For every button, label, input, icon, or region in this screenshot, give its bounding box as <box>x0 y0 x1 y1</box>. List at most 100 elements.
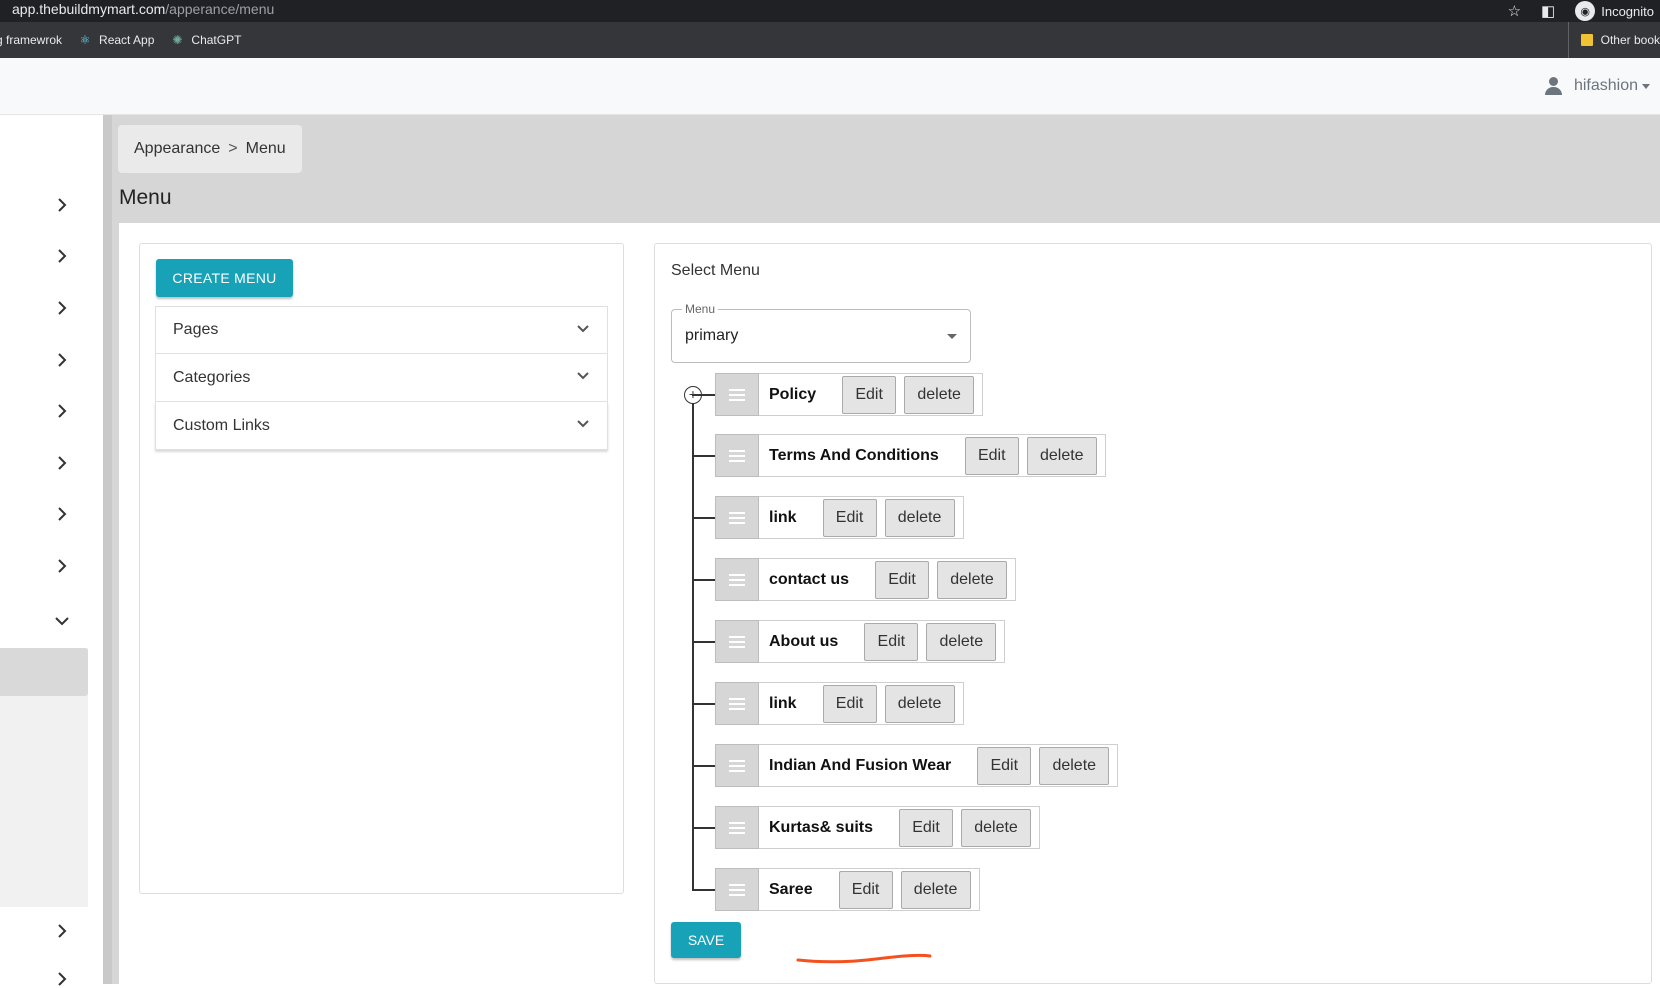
sidepanel-icon[interactable]: ◧ <box>1541 2 1555 20</box>
menu-item-label: contact us <box>769 570 850 588</box>
menu-tree-item: Indian And Fusion Wear Edit delete <box>692 744 1119 787</box>
url-path: /apperance/menu <box>165 1 275 17</box>
menu-item-label: About us <box>769 632 839 650</box>
bookmarks-bar: g framewrok ⚛ React App ✺ ChatGPT Other … <box>0 22 1660 58</box>
sidebar-submenu-active-item[interactable] <box>0 648 88 696</box>
edit-button[interactable]: Edit <box>964 436 1019 475</box>
accordion-categories[interactable]: Categories <box>155 354 608 402</box>
sidebar-chevron-right-icon[interactable] <box>55 924 71 940</box>
bookmark-label: ChatGPT <box>191 33 242 47</box>
menu-tree-item: Policy Edit delete <box>692 373 984 416</box>
bookmark-framework[interactable]: g framewrok <box>0 33 62 47</box>
edit-button[interactable]: Edit <box>822 498 877 537</box>
edit-button[interactable]: Edit <box>842 375 897 414</box>
delete-button[interactable]: delete <box>937 560 1008 599</box>
sidebar-chevron-down-icon[interactable] <box>55 614 71 630</box>
folder-icon <box>1580 34 1593 46</box>
edit-button[interactable]: Edit <box>838 870 893 909</box>
menu-tree-item: Saree Edit delete <box>692 868 980 911</box>
delete-button[interactable]: delete <box>961 808 1032 847</box>
edit-button[interactable]: Edit <box>899 808 954 847</box>
sidebar-chevron-right-icon[interactable] <box>55 559 71 575</box>
drag-handle-icon <box>729 883 745 896</box>
accordion-custom-links[interactable]: Custom Links <box>155 402 608 450</box>
address-bar[interactable]: app.thebuildmymart.com/apperance/menu <box>12 1 274 17</box>
drag-handle-icon <box>729 388 745 401</box>
sidebar-divider <box>103 115 112 984</box>
user-menu[interactable]: hifashion <box>1544 76 1650 96</box>
sidebar-chevron-right-icon[interactable] <box>55 507 71 523</box>
chevron-down-icon <box>576 416 590 435</box>
menu-item-label: Indian And Fusion Wear <box>769 756 952 774</box>
tree-branch <box>692 826 715 829</box>
sidebar-chevron-right-icon[interactable] <box>55 456 71 472</box>
accordion-pages[interactable]: Pages <box>155 306 608 354</box>
bookmark-label: React App <box>99 33 155 47</box>
menu-tree-item: contact us Edit delete <box>692 558 1017 601</box>
sidebar-chevron-right-icon[interactable] <box>55 249 71 265</box>
drag-handle[interactable] <box>715 682 759 725</box>
drag-handle-icon <box>729 573 745 586</box>
sidebar-chevron-right-icon[interactable] <box>55 404 71 420</box>
edit-button[interactable]: Edit <box>864 622 919 661</box>
user-icon <box>1544 76 1564 96</box>
bookmark-chatgpt[interactable]: ✺ ChatGPT <box>170 33 241 47</box>
tree-branch <box>692 454 715 457</box>
menu-item-label: link <box>769 694 797 712</box>
other-bookmarks[interactable]: Other book <box>1567 22 1660 58</box>
create-menu-button[interactable]: CREATE MENU <box>156 259 293 297</box>
delete-button[interactable]: delete <box>1026 436 1097 475</box>
edit-button[interactable]: Edit <box>822 684 877 723</box>
menu-select[interactable]: Menu primary <box>671 302 971 363</box>
menu-tree-item: Kurtas& suits Edit delete <box>692 806 1041 849</box>
menu-item-node: About us Edit delete <box>759 620 1006 663</box>
sidebar-chevron-right-icon[interactable] <box>55 198 71 214</box>
url-host: app.thebuildmymart.com <box>12 1 166 17</box>
drag-handle[interactable] <box>715 868 759 911</box>
drag-handle-icon <box>729 449 745 462</box>
drag-handle[interactable] <box>715 806 759 849</box>
drag-handle-icon <box>729 821 745 834</box>
tree-branch <box>692 764 715 767</box>
drag-handle[interactable] <box>715 744 759 787</box>
delete-button[interactable]: delete <box>1039 746 1110 785</box>
menu-select-value: primary <box>685 327 739 344</box>
edit-button[interactable]: Edit <box>977 746 1032 785</box>
menu-item-label: Kurtas& suits <box>769 818 874 836</box>
chevron-down-icon <box>576 368 590 387</box>
drag-handle[interactable] <box>715 496 759 539</box>
star-icon[interactable]: ☆ <box>1508 2 1521 20</box>
delete-button[interactable]: delete <box>884 684 955 723</box>
drag-handle[interactable] <box>715 620 759 663</box>
bookmark-label: g framewrok <box>0 33 63 47</box>
delete-button[interactable]: delete <box>884 498 955 537</box>
react-icon: ⚛ <box>79 33 91 47</box>
drag-handle[interactable] <box>715 558 759 601</box>
breadcrumb-parent[interactable]: Appearance <box>134 140 220 158</box>
menu-tree-item: About us Edit delete <box>692 620 1006 663</box>
delete-button[interactable]: delete <box>904 375 975 414</box>
menu-item-node: Policy Edit delete <box>759 373 984 416</box>
bookmark-react-app[interactable]: ⚛ React App <box>78 33 155 47</box>
sidebar-chevron-right-icon[interactable] <box>55 301 71 317</box>
drag-handle-icon <box>729 511 745 524</box>
breadcrumb: Appearance > Menu <box>118 125 302 173</box>
app-header: hifashion <box>0 58 1660 115</box>
tree-branch <box>692 640 715 643</box>
drag-handle-icon <box>729 635 745 648</box>
other-bookmarks-label: Other book <box>1600 33 1660 47</box>
edit-button[interactable]: Edit <box>875 560 930 599</box>
menu-item-node: contact us Edit delete <box>759 558 1017 601</box>
sidebar-chevron-right-icon[interactable] <box>55 972 71 988</box>
sources-accordion: Pages Categories Custom Links <box>155 306 608 450</box>
profile-button[interactable]: ◉ Incognito <box>1575 1 1654 21</box>
tree-branch <box>692 393 715 396</box>
incognito-icon: ◉ <box>1575 1 1596 21</box>
save-button[interactable]: SAVE <box>671 922 741 958</box>
drag-handle[interactable] <box>715 373 759 416</box>
dropdown-arrow-icon <box>947 334 957 339</box>
sidebar-chevron-right-icon[interactable] <box>55 353 71 369</box>
drag-handle[interactable] <box>715 434 759 477</box>
delete-button[interactable]: delete <box>900 870 971 909</box>
delete-button[interactable]: delete <box>926 622 997 661</box>
